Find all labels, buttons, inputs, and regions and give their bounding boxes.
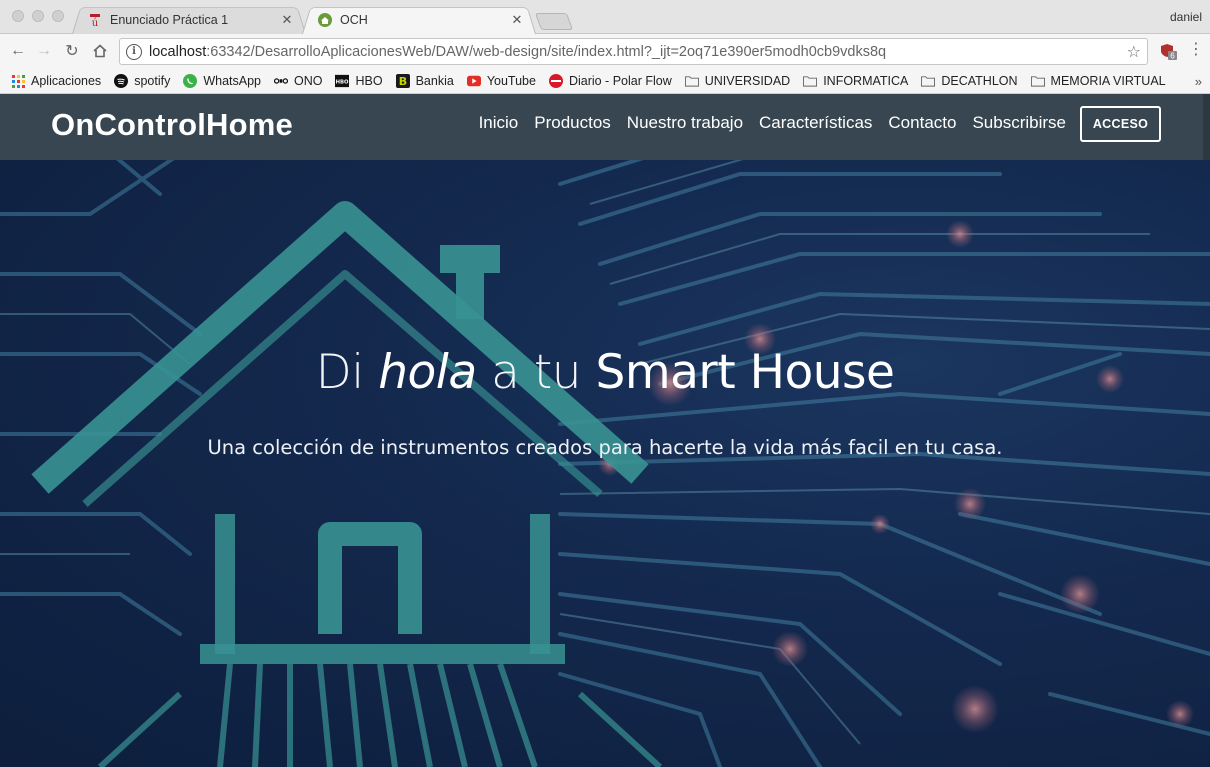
- bookmark-label: MEMORIA VIRTUAL: [1050, 74, 1166, 88]
- bookmarks-overflow-icon[interactable]: »: [1195, 74, 1202, 89]
- hero-subtitle: Una colección de instrumentos creados pa…: [207, 436, 1003, 459]
- nav-link-caracteristicas[interactable]: Características: [759, 113, 872, 133]
- back-icon[interactable]: ←: [8, 41, 28, 61]
- hero-title-part1: Di: [315, 345, 379, 400]
- bookmark-folder-informatica[interactable]: INFORMATICA: [803, 74, 908, 88]
- hero-overlay: [0, 94, 1210, 767]
- bookmark-label: UNIVERSIDAD: [704, 74, 791, 88]
- site-brand[interactable]: OnControlHome: [51, 107, 293, 143]
- minimize-window-button[interactable]: [32, 10, 44, 22]
- hero-title-part2: a tu: [476, 345, 596, 400]
- svg-text:B: B: [398, 75, 406, 88]
- web-page: OnControlHome Inicio Productos Nuestro t…: [0, 94, 1210, 767]
- bookmark-label: INFORMATICA: [823, 74, 909, 88]
- close-window-button[interactable]: [12, 10, 24, 22]
- reload-icon[interactable]: ↻: [62, 41, 82, 61]
- nav-link-subscribirse[interactable]: Subscribirse: [972, 113, 1066, 133]
- home-button-icon[interactable]: [90, 41, 110, 61]
- apps-grid-icon: [11, 74, 25, 88]
- youtube-icon: [466, 74, 481, 88]
- nav-link-nuestro-trabajo[interactable]: Nuestro trabajo: [627, 113, 743, 133]
- hero-title-italic: hola: [378, 345, 477, 400]
- whatsapp-icon: [183, 74, 198, 88]
- bookmark-label: WhatsApp: [203, 74, 261, 88]
- tab-enunciado[interactable]: ú Enunciado Práctica 1 ✕: [72, 5, 306, 35]
- polar-icon: [548, 74, 563, 88]
- page-scrollbar[interactable]: [1203, 94, 1210, 160]
- bookmark-hbo[interactable]: HBO HBO: [335, 74, 383, 88]
- folder-icon: [684, 74, 699, 88]
- bookmark-aplicaciones[interactable]: Aplicaciones: [11, 74, 101, 88]
- tab-title: Enunciado Práctica 1: [110, 12, 229, 27]
- nav-link-inicio[interactable]: Inicio: [479, 113, 519, 133]
- address-bar[interactable]: i localhost:63342/DesarrolloAplicaciones…: [119, 38, 1148, 65]
- bookmark-label: ONO: [294, 74, 323, 88]
- bookmarks-bar: Aplicaciones spotify WhatsApp ONO HBO HB…: [0, 69, 1210, 94]
- bookmark-label: YouTube: [486, 74, 536, 88]
- close-tab-icon[interactable]: ✕: [280, 12, 294, 27]
- nav-link-contacto[interactable]: Contacto: [888, 113, 956, 133]
- tab-och[interactable]: OCH ✕: [302, 5, 536, 35]
- bookmark-label: HBO: [355, 74, 383, 88]
- hbo-icon: HBO: [335, 74, 350, 88]
- bookmark-bankia[interactable]: B Bankia: [395, 74, 454, 88]
- extension-shield-icon[interactable]: 6: [1160, 43, 1177, 61]
- folder-icon: [803, 74, 818, 88]
- close-tab-icon[interactable]: ✕: [510, 12, 524, 27]
- site-nav-links: Inicio Productos Nuestro trabajo Caracte…: [479, 113, 1066, 133]
- hero-title: Di hola a tu Smart House: [0, 345, 1210, 400]
- zoom-window-button[interactable]: [52, 10, 64, 22]
- new-tab-button[interactable]: [534, 13, 574, 30]
- svg-text:ú: ú: [92, 18, 99, 27]
- ono-icon: [274, 74, 288, 88]
- bankia-icon: B: [395, 74, 410, 88]
- bookmark-label: spotify: [134, 74, 171, 88]
- bookmark-folder-memoria-virtual[interactable]: MEMORIA VIRTUAL: [1030, 74, 1166, 88]
- bookmark-label: Aplicaciones: [31, 74, 102, 88]
- bookmark-label: Diario - Polar Flow: [568, 74, 672, 88]
- url-path: :63342/DesarrolloAplicacionesWeb/DAW/web…: [206, 43, 887, 60]
- bookmark-polar-flow[interactable]: Diario - Polar Flow: [548, 74, 672, 88]
- login-button[interactable]: ACCESO: [1080, 106, 1161, 142]
- extension-badge: 6: [1170, 52, 1175, 61]
- browser-menu-icon[interactable]: ⋮: [1188, 42, 1204, 58]
- bookmark-youtube[interactable]: YouTube: [466, 74, 536, 88]
- bookmark-folder-universidad[interactable]: UNIVERSIDAD: [684, 74, 791, 88]
- bookmark-label: Bankia: [415, 74, 454, 88]
- nav-link-productos[interactable]: Productos: [534, 113, 611, 133]
- url-host: localhost: [149, 43, 207, 60]
- profile-name[interactable]: daniel: [1170, 10, 1202, 24]
- site-info-icon[interactable]: i: [126, 43, 142, 60]
- tab-title: OCH: [340, 12, 368, 27]
- tab-strip: ú Enunciado Práctica 1 ✕ OCH ✕ daniel: [0, 0, 1210, 35]
- hero-title-bold: Smart House: [595, 345, 895, 400]
- svg-text:HBO: HBO: [336, 80, 349, 86]
- folder-icon: [921, 74, 936, 88]
- bookmark-ono[interactable]: ONO: [274, 74, 322, 88]
- spotify-icon: [114, 74, 129, 88]
- forward-icon[interactable]: →: [34, 41, 54, 61]
- bookmark-label: DECATHLON: [941, 74, 1018, 88]
- browser-toolbar: ← → ↻ i localhost:63342/DesarrolloAplica…: [0, 34, 1210, 69]
- folder-icon: [1030, 74, 1045, 88]
- bookmark-spotify[interactable]: spotify: [114, 74, 170, 88]
- bookmark-folder-decathlon[interactable]: DECATHLON: [921, 74, 1018, 88]
- home-icon: [318, 12, 332, 27]
- university-logo-icon: ú: [88, 13, 102, 27]
- site-navbar: OnControlHome Inicio Productos Nuestro t…: [0, 94, 1210, 160]
- bookmark-whatsapp[interactable]: WhatsApp: [183, 74, 261, 88]
- bookmark-star-icon[interactable]: ☆: [1127, 42, 1141, 62]
